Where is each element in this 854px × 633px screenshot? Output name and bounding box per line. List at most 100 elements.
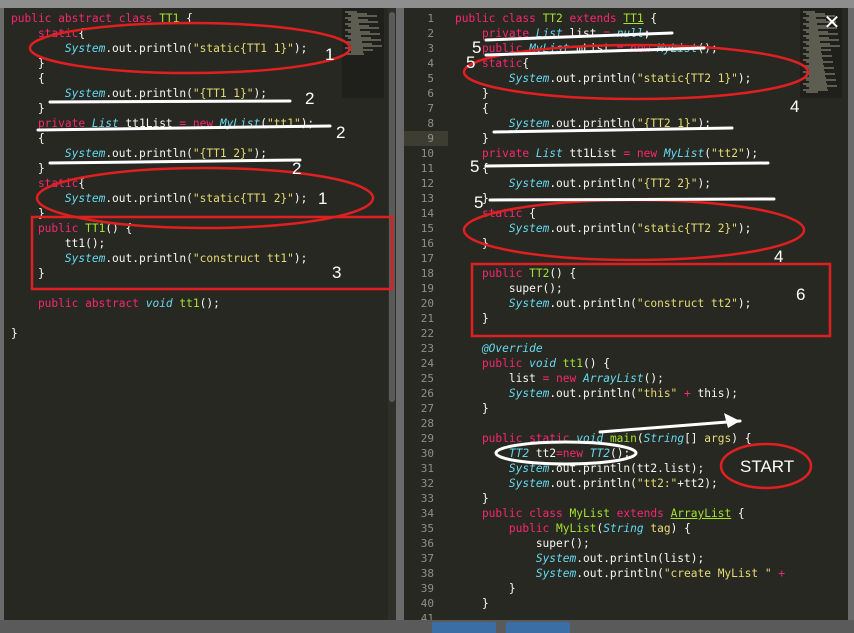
code-line[interactable]: static{	[11, 26, 85, 41]
code-line[interactable]: public class TT2 extends TT1 {	[455, 11, 657, 26]
code-line[interactable]: TT2 tt2=new TT2();	[455, 446, 630, 461]
code-line[interactable]: public static void main(String[] args) {	[455, 431, 752, 446]
code-token: );	[293, 252, 308, 265]
code-token: {	[455, 102, 489, 115]
code-line[interactable]: System.out.println(tt2.list);	[455, 461, 704, 476]
code-line[interactable]: }	[455, 581, 516, 596]
code-line[interactable]: System.out.println("{TT2 2}");	[455, 176, 711, 191]
code-line[interactable]: {	[455, 161, 489, 176]
code-token: List	[535, 147, 563, 160]
code-line[interactable]: System.out.println("construct tt1");	[11, 251, 308, 266]
left-scroll-thumb[interactable]	[389, 12, 395, 402]
bottom-tab-2[interactable]	[506, 622, 570, 633]
close-icon[interactable]: ✕	[820, 10, 844, 34]
code-line[interactable]: public TT1() {	[11, 221, 132, 236]
code-token: super();	[455, 282, 563, 295]
code-line[interactable]: public class MyList extends ArrayList {	[455, 506, 745, 521]
code-line[interactable]: }	[455, 596, 489, 611]
code-line[interactable]: System.out.println("{TT1 1}");	[11, 86, 267, 101]
line-number: 31	[420, 462, 434, 475]
code-line[interactable]: System.out.println("static{TT2 1}");	[455, 71, 752, 86]
code-line[interactable]: {	[11, 131, 45, 146]
code-line[interactable]: }	[11, 161, 45, 176]
code-token: }	[455, 492, 489, 505]
code-line[interactable]: list = new ArrayList();	[455, 371, 664, 386]
code-token: }	[455, 312, 489, 325]
code-token: static	[455, 207, 530, 220]
code-token: public class	[455, 507, 570, 520]
line-number: 17	[420, 252, 434, 265]
code-line[interactable]: System.out.println("{TT2 1}");	[455, 116, 711, 131]
line-number: 21	[420, 312, 434, 325]
code-line[interactable]: }	[455, 311, 489, 326]
code-token: @Override	[455, 342, 543, 355]
code-line[interactable]: System.out.println("static{TT2 2}");	[455, 221, 752, 236]
code-line[interactable]: super();	[455, 536, 590, 551]
line-number: 32	[420, 477, 434, 490]
right-editor-pane[interactable]: 1 public class TT2 extends TT1 {2 private…	[404, 8, 848, 620]
code-line[interactable]: {	[455, 101, 489, 116]
code-line[interactable]: static{	[11, 176, 85, 191]
code-line[interactable]: }	[455, 86, 489, 101]
code-line[interactable]: public abstract void tt1();	[11, 296, 220, 311]
bottom-tab-1[interactable]	[432, 622, 496, 633]
code-line[interactable]: }	[11, 266, 45, 281]
code-line[interactable]: System.out.println("tt2:"+tt2);	[455, 476, 718, 491]
code-token: public	[455, 42, 530, 55]
code-line[interactable]: System.out.println("this" + this);	[455, 386, 738, 401]
code-line[interactable]: System.out.println("static{TT1 1}");	[11, 41, 308, 56]
line-number: 16	[420, 237, 434, 250]
code-line[interactable]: }	[11, 206, 45, 221]
code-line[interactable]: static {	[455, 206, 536, 221]
code-line[interactable]: }	[11, 326, 18, 341]
code-line[interactable]: super();	[455, 281, 563, 296]
code-line[interactable]: System.out.println(list);	[455, 551, 704, 566]
code-line[interactable]: }	[455, 131, 489, 146]
code-token: System	[508, 222, 550, 235]
left-editor-pane[interactable]: public abstract class TT1 { static{ Syst…	[4, 8, 396, 620]
code-line[interactable]: public MyList mList = new MyList();	[455, 41, 718, 56]
left-scrollbar[interactable]	[388, 8, 396, 620]
code-line[interactable]: static{	[455, 56, 529, 71]
code-line[interactable]: }	[455, 236, 489, 251]
code-token: .out.println(	[105, 252, 193, 265]
code-line[interactable]: System.out.println("{TT1 2}");	[11, 146, 267, 161]
line-number: 1	[427, 12, 434, 25]
code-token: }	[455, 582, 516, 595]
code-token: main	[609, 432, 637, 445]
code-line[interactable]: }	[11, 101, 45, 116]
code-token: {	[522, 57, 530, 70]
code-line[interactable]: System.out.println("static{TT1 2}");	[11, 191, 308, 206]
code-token: System	[535, 552, 577, 565]
code-token: super();	[455, 537, 590, 550]
code-line[interactable]: public TT2() {	[455, 266, 576, 281]
code-line[interactable]: @Override	[455, 341, 543, 356]
code-line[interactable]: System.out.println("construct tt2");	[455, 296, 752, 311]
code-line[interactable]: private List tt1List = new MyList("tt2")…	[455, 146, 758, 161]
code-token: public abstract class	[11, 12, 160, 25]
code-token: []	[684, 432, 705, 445]
code-token: mList	[569, 42, 617, 55]
code-line[interactable]: private List list = null;	[455, 26, 650, 41]
code-token: MyList	[663, 147, 705, 160]
code-token: {	[78, 177, 86, 190]
code-line[interactable]: System.out.println("create MyList " +	[455, 566, 785, 581]
code-line[interactable]: public abstract class TT1 {	[11, 11, 193, 26]
code-line[interactable]: }	[455, 401, 489, 416]
code-line[interactable]: public void tt1() {	[455, 356, 610, 371]
line-number: 3	[427, 42, 434, 55]
code-line[interactable]: }	[455, 191, 489, 206]
code-line[interactable]: private List tt1List = new MyList("tt1")…	[11, 116, 314, 131]
code-line[interactable]: }	[11, 56, 45, 71]
code-line[interactable]: tt1();	[11, 236, 105, 251]
code-line[interactable]: }	[455, 491, 489, 506]
line-number: 36	[420, 537, 434, 550]
code-token: .out.println(	[105, 192, 193, 205]
left-minimap[interactable]	[342, 8, 384, 98]
line-number: 30	[420, 447, 434, 460]
code-line[interactable]: {	[11, 71, 45, 86]
code-line[interactable]: public MyList(String tag) {	[455, 521, 691, 536]
code-token: public abstract	[11, 297, 146, 310]
